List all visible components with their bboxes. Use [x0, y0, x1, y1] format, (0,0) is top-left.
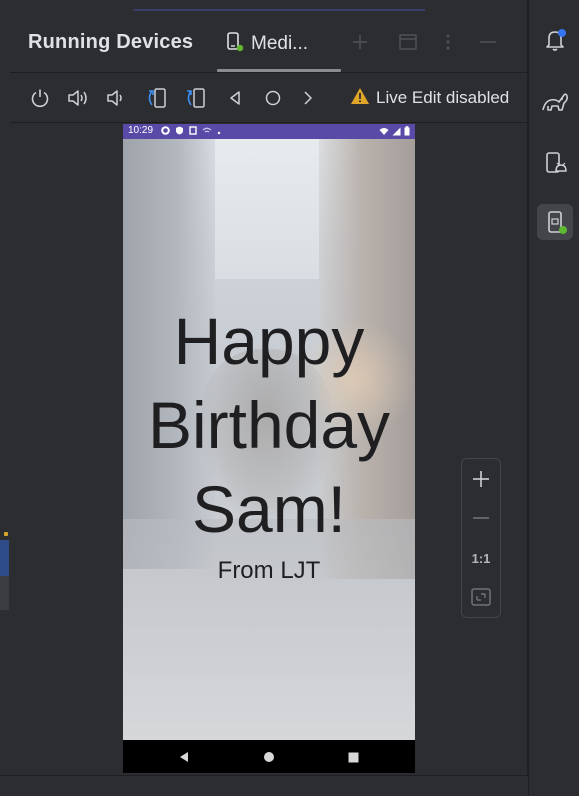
left-edge-highlight [0, 540, 9, 576]
settings-status-icon [161, 126, 170, 138]
nav-back-icon[interactable] [176, 749, 192, 765]
device-tab-icon [225, 31, 245, 57]
running-devices-panel: Running Devices Medi... Live Edit disabl… [10, 0, 528, 775]
add-icon[interactable] [350, 30, 370, 54]
wifi-signal-icon [379, 127, 389, 139]
rotate-left-icon[interactable] [144, 86, 168, 110]
minimize-icon[interactable] [478, 30, 498, 54]
rotate-right-icon[interactable] [184, 86, 208, 110]
device-status-bar: 10:29 [123, 124, 415, 139]
device-nav-bar [123, 740, 415, 773]
device-screen[interactable]: 10:29 Happy Birthday Sam! From LJT [123, 124, 415, 773]
nav-home-icon[interactable] [261, 749, 277, 765]
sim-status-icon [189, 126, 197, 138]
device-manager-icon[interactable] [537, 145, 573, 181]
panel-title: Running Devices [28, 31, 194, 53]
zoom-controls: 1:1 [461, 458, 501, 618]
wifi-status-icon [202, 127, 212, 138]
running-devices-icon[interactable] [537, 204, 573, 240]
left-edge-row [0, 576, 9, 610]
background-sky [215, 139, 319, 279]
greeting-line-3: Sam! [191, 472, 347, 546]
panel-header: Running Devices Medi... [10, 18, 527, 72]
overview-icon[interactable] [296, 86, 320, 110]
actual-size-button[interactable]: 1:1 [462, 542, 500, 574]
greeting-text: Happy Birthday Sam! [123, 299, 415, 551]
window-icon[interactable] [398, 30, 418, 54]
left-edge-marker [4, 532, 8, 536]
live-edit-label: Live Edit disabled [376, 88, 510, 107]
greeting-line-2: Birthday [147, 388, 391, 462]
device-toolbar: Live Edit disabled [10, 78, 527, 118]
zoom-out-icon[interactable] [462, 502, 500, 534]
battery-icon [404, 126, 410, 139]
app-screen: Happy Birthday Sam! From LJT [123, 139, 415, 740]
volume-down-icon[interactable] [104, 86, 128, 110]
status-time: 10:29 [128, 125, 154, 136]
dot-status-icon [217, 127, 221, 138]
cell-signal-icon [392, 127, 401, 139]
bottom-status-strip [0, 775, 579, 796]
left-panel-edge [0, 0, 10, 795]
home-icon[interactable] [261, 86, 285, 110]
shield-status-icon [175, 126, 184, 138]
signature-text: From LJT [217, 557, 321, 584]
greeting-line-1: Happy [173, 304, 365, 378]
live-edit-status[interactable]: Live Edit disabled [350, 87, 509, 109]
volume-up-icon[interactable] [66, 86, 90, 110]
header-separator [10, 72, 527, 73]
top-accent-line [133, 9, 425, 11]
nav-overview-icon[interactable] [345, 749, 361, 765]
more-icon[interactable] [438, 30, 458, 54]
device-viewport: 10:29 Happy Birthday Sam! From LJT [10, 123, 527, 775]
warning-icon [350, 87, 370, 109]
back-icon[interactable] [223, 86, 247, 110]
notifications-icon[interactable] [537, 22, 573, 58]
tab-device[interactable]: Medi... [225, 29, 308, 59]
background-road [123, 519, 415, 740]
fit-screen-icon[interactable] [462, 581, 500, 613]
gradle-icon[interactable] [537, 84, 573, 120]
power-icon[interactable] [28, 86, 52, 110]
right-tool-bar [528, 0, 579, 795]
tab-device-label: Medi... [251, 33, 309, 54]
zoom-in-icon[interactable] [462, 463, 500, 495]
